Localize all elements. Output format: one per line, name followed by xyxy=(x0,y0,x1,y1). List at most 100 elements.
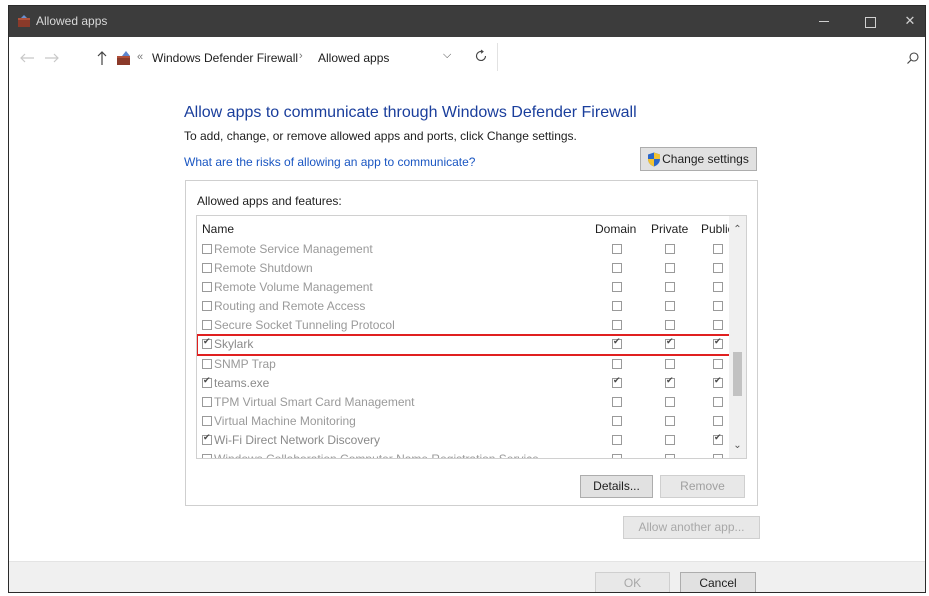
domain-checkbox[interactable] xyxy=(612,320,622,331)
public-checkbox[interactable] xyxy=(713,358,723,369)
domain-checkbox[interactable] xyxy=(612,244,622,254)
change-settings-button[interactable]: Change settings xyxy=(640,147,757,171)
private-checkbox[interactable] xyxy=(665,358,675,369)
app-row[interactable]: SNMP Trap xyxy=(197,355,730,374)
private-checkbox[interactable] xyxy=(665,282,675,293)
remove-button[interactable]: Remove xyxy=(660,475,745,498)
private-checkbox[interactable] xyxy=(665,301,675,312)
app-row[interactable]: Virtual Machine Monitoring xyxy=(197,412,730,431)
title-bar[interactable]: Allowed apps ✕ xyxy=(9,6,925,37)
app-rows: Remote Service Management Remote Shutdown… xyxy=(197,240,731,458)
app-row[interactable]: Routing and Remote Access xyxy=(197,297,730,316)
app-row[interactable]: Remote Service Management xyxy=(197,240,730,259)
breadcrumb-allowed-apps[interactable]: Allowed apps xyxy=(318,51,389,65)
app-name: Remote Volume Management xyxy=(214,280,373,295)
private-checkbox[interactable] xyxy=(665,337,675,350)
private-checkbox[interactable] xyxy=(665,263,675,274)
column-header-private[interactable]: Private xyxy=(651,222,688,236)
app-row[interactable]: Wi-Fi Direct Network Discovery xyxy=(197,431,730,450)
breadcrumb-overflow-chevron[interactable]: « xyxy=(137,51,143,63)
allowed-apps-list[interactable]: Name Domain Private Public Remote Servic… xyxy=(196,215,747,459)
breadcrumb-windows-defender-firewall[interactable]: Windows Defender Firewall xyxy=(152,51,298,65)
ok-button[interactable]: OK xyxy=(595,572,670,592)
back-arrow-icon[interactable] xyxy=(19,52,35,64)
scrollbar-thumb[interactable] xyxy=(733,352,742,396)
public-checkbox[interactable] xyxy=(713,415,723,426)
private-checkbox[interactable] xyxy=(665,320,675,331)
app-enabled-checkbox[interactable] xyxy=(202,320,212,331)
public-checkbox[interactable] xyxy=(713,396,723,407)
app-name: Wi-Fi Direct Network Discovery xyxy=(214,432,381,447)
app-enabled-checkbox[interactable] xyxy=(202,337,212,350)
app-name: Virtual Machine Monitoring xyxy=(214,413,356,428)
allowed-apps-window: Allowed apps ✕ « Windows Defender Firewa… xyxy=(8,5,926,593)
app-enabled-checkbox[interactable] xyxy=(202,263,212,274)
column-header-name[interactable]: Name xyxy=(202,222,234,236)
firewall-app-icon xyxy=(18,15,30,27)
app-row[interactable]: Skylark xyxy=(197,334,731,356)
public-checkbox[interactable] xyxy=(713,376,723,388)
domain-checkbox[interactable] xyxy=(612,396,622,407)
domain-checkbox[interactable] xyxy=(612,358,622,369)
private-checkbox[interactable] xyxy=(665,434,675,445)
app-row[interactable]: Remote Volume Management xyxy=(197,278,730,297)
allow-another-app-button[interactable]: Allow another app... xyxy=(623,516,760,539)
minimize-button[interactable] xyxy=(801,6,847,37)
app-row[interactable]: teams.exe xyxy=(197,374,730,393)
close-button[interactable]: ✕ xyxy=(893,6,925,37)
forward-arrow-icon[interactable] xyxy=(44,52,60,64)
domain-checkbox[interactable] xyxy=(612,282,622,293)
search-icon[interactable] xyxy=(906,51,920,65)
public-checkbox[interactable] xyxy=(713,301,723,312)
app-enabled-checkbox[interactable] xyxy=(202,301,212,312)
app-enabled-checkbox[interactable] xyxy=(202,376,212,388)
public-checkbox[interactable] xyxy=(713,454,723,458)
scroll-up-arrow-icon[interactable]: ⌃ xyxy=(732,224,743,235)
app-row[interactable]: TPM Virtual Smart Card Management xyxy=(197,393,730,412)
firewall-location-icon xyxy=(117,51,130,65)
private-checkbox[interactable] xyxy=(665,454,675,458)
private-checkbox[interactable] xyxy=(665,376,675,388)
domain-checkbox[interactable] xyxy=(612,415,622,426)
app-enabled-checkbox[interactable] xyxy=(202,415,212,426)
up-arrow-icon[interactable] xyxy=(96,50,108,66)
scroll-down-arrow-icon[interactable]: ⌄ xyxy=(732,440,743,451)
window-title: Allowed apps xyxy=(36,14,108,28)
app-row[interactable]: Remote Shutdown xyxy=(197,259,730,278)
app-enabled-checkbox[interactable] xyxy=(202,433,212,445)
risks-help-link[interactable]: What are the risks of allowing an app to… xyxy=(184,155,475,169)
chevron-down-icon[interactable]: ⌵ xyxy=(443,49,451,62)
cancel-button[interactable]: Cancel xyxy=(680,572,756,592)
app-enabled-checkbox[interactable] xyxy=(202,454,212,458)
domain-checkbox[interactable] xyxy=(612,376,622,388)
app-name: Routing and Remote Access xyxy=(214,299,366,314)
app-row[interactable]: Windows Collaboration Computer Name Regi… xyxy=(197,450,730,458)
public-checkbox[interactable] xyxy=(713,320,723,331)
private-checkbox[interactable] xyxy=(665,415,675,426)
domain-checkbox[interactable] xyxy=(612,337,622,350)
app-enabled-checkbox[interactable] xyxy=(202,358,212,369)
app-enabled-checkbox[interactable] xyxy=(202,282,212,293)
app-row[interactable]: Secure Socket Tunneling Protocol xyxy=(197,316,730,335)
refresh-icon[interactable] xyxy=(474,49,488,63)
column-header-domain[interactable]: Domain xyxy=(595,222,636,236)
app-enabled-checkbox[interactable] xyxy=(202,396,212,407)
maximize-button[interactable] xyxy=(847,6,893,37)
search-field[interactable] xyxy=(497,43,911,71)
private-checkbox[interactable] xyxy=(665,396,675,407)
public-checkbox[interactable] xyxy=(713,433,723,445)
breadcrumb-separator[interactable]: › xyxy=(299,50,303,62)
private-checkbox[interactable] xyxy=(665,244,675,254)
domain-checkbox[interactable] xyxy=(612,454,622,458)
public-checkbox[interactable] xyxy=(713,244,723,254)
public-checkbox[interactable] xyxy=(713,282,723,293)
app-name: TPM Virtual Smart Card Management xyxy=(214,394,415,409)
domain-checkbox[interactable] xyxy=(612,301,622,312)
vertical-scrollbar[interactable]: ⌃ ⌄ xyxy=(729,216,746,458)
app-enabled-checkbox[interactable] xyxy=(202,244,212,254)
domain-checkbox[interactable] xyxy=(612,263,622,274)
domain-checkbox[interactable] xyxy=(612,434,622,445)
details-button[interactable]: Details... xyxy=(580,475,653,498)
public-checkbox[interactable] xyxy=(713,337,723,350)
public-checkbox[interactable] xyxy=(713,263,723,274)
